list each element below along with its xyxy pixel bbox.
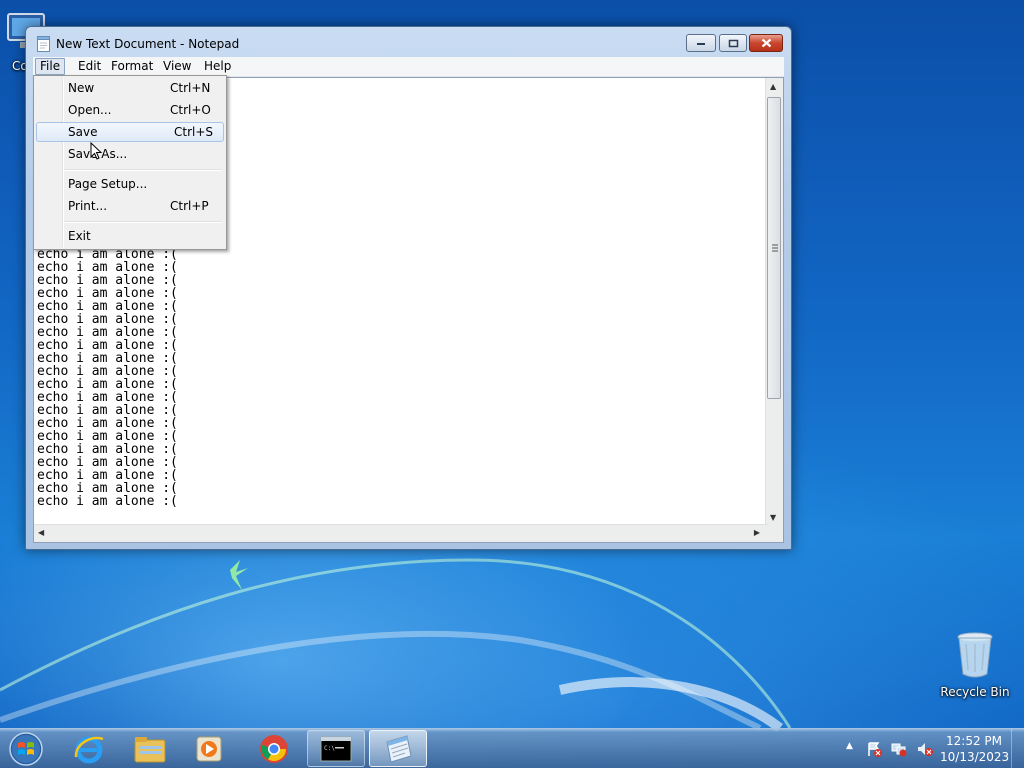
file-menu-open-shortcut: Ctrl+O bbox=[170, 103, 211, 117]
scroll-right-arrow-icon[interactable]: ▶ bbox=[754, 528, 760, 538]
recycle-bin-label: Recycle Bin bbox=[940, 685, 1010, 699]
grip-icon bbox=[772, 244, 778, 252]
file-menu-save-as[interactable]: Save As... bbox=[36, 144, 224, 164]
vertical-scroll-thumb[interactable] bbox=[767, 97, 781, 399]
clock[interactable]: 12:52 PM 10/13/2023 bbox=[940, 733, 1010, 765]
windows-start-icon bbox=[9, 732, 43, 766]
minimize-icon bbox=[697, 43, 705, 45]
taskbar-internet-explorer[interactable] bbox=[60, 730, 118, 767]
taskbar-chrome[interactable] bbox=[245, 730, 303, 767]
horizontal-scrollbar[interactable]: ◀ ▶ bbox=[34, 524, 768, 542]
file-menu-save[interactable]: Save Ctrl+S bbox=[36, 122, 224, 142]
menu-separator bbox=[64, 169, 222, 171]
menu-help[interactable]: Help bbox=[200, 58, 235, 75]
mouse-cursor-icon bbox=[90, 142, 103, 160]
menu-format[interactable]: Format bbox=[107, 58, 157, 75]
file-menu-print[interactable]: Print... Ctrl+P bbox=[36, 196, 224, 216]
internet-explorer-icon bbox=[74, 736, 104, 763]
file-menu-page-setup[interactable]: Page Setup... bbox=[36, 174, 224, 194]
file-menu-open-label: Open... bbox=[68, 103, 112, 117]
taskbar-notepad[interactable] bbox=[369, 730, 427, 767]
scroll-left-arrow-icon[interactable]: ◀ bbox=[38, 528, 44, 538]
file-menu-new[interactable]: New Ctrl+N bbox=[36, 78, 224, 98]
title-bar[interactable]: New Text Document - Notepad bbox=[26, 27, 791, 59]
start-button[interactable] bbox=[6, 731, 46, 767]
desktop: Co Recycle Bin New Text Document - Notep… bbox=[0, 0, 1024, 768]
file-menu-save-shortcut: Ctrl+S bbox=[174, 125, 214, 139]
window-title: New Text Document - Notepad bbox=[56, 37, 240, 51]
file-menu-exit[interactable]: Exit bbox=[36, 226, 224, 246]
show-desktop-button[interactable] bbox=[1011, 729, 1024, 768]
taskbar: C:\ ▲ 12:52 PM 10/13/2023 bbox=[0, 728, 1024, 768]
menu-file[interactable]: File bbox=[35, 58, 66, 75]
show-hidden-icons-icon[interactable]: ▲ bbox=[846, 741, 853, 751]
network-icon[interactable] bbox=[891, 741, 907, 757]
minimize-button[interactable] bbox=[686, 34, 716, 52]
document-text[interactable]: echo i am alone :( echo i am alone :( ec… bbox=[37, 248, 178, 508]
restore-icon bbox=[728, 39, 738, 47]
restore-button[interactable] bbox=[719, 34, 747, 52]
chrome-icon bbox=[260, 734, 288, 763]
file-menu-save-label: Save bbox=[68, 125, 98, 139]
close-button[interactable] bbox=[749, 34, 783, 52]
file-menu-new-label: New bbox=[68, 81, 95, 95]
file-menu-dropdown: New Ctrl+N Open... Ctrl+O Save Ctrl+S Sa… bbox=[33, 75, 227, 250]
taskbar-media-player[interactable] bbox=[181, 730, 239, 767]
menu-separator bbox=[64, 221, 222, 223]
vertical-scrollbar[interactable]: ▲ ▼ bbox=[765, 78, 783, 526]
action-center-flag-icon[interactable] bbox=[866, 741, 882, 757]
volume-muted-icon[interactable] bbox=[916, 741, 934, 757]
recycle-bin-desktop-icon[interactable]: Recycle Bin bbox=[935, 630, 1015, 699]
close-icon bbox=[761, 38, 771, 48]
scroll-up-arrow-icon[interactable]: ▲ bbox=[770, 82, 776, 92]
file-menu-new-shortcut: Ctrl+N bbox=[170, 81, 211, 95]
scrollbar-corner bbox=[766, 525, 783, 542]
menu-view[interactable]: View bbox=[159, 58, 195, 75]
taskbar-command-prompt[interactable]: C:\ bbox=[307, 730, 365, 767]
file-explorer-icon bbox=[134, 736, 166, 762]
file-menu-print-label: Print... bbox=[68, 199, 108, 213]
file-menu-open[interactable]: Open... Ctrl+O bbox=[36, 100, 224, 120]
clock-date: 10/13/2023 bbox=[940, 750, 1010, 764]
clock-time: 12:52 PM bbox=[946, 734, 1002, 748]
recycle-bin-icon bbox=[957, 632, 993, 678]
media-player-icon bbox=[196, 736, 222, 761]
file-menu-page-setup-label: Page Setup... bbox=[68, 177, 148, 191]
file-menu-print-shortcut: Ctrl+P bbox=[170, 199, 209, 213]
command-prompt-icon: C:\ bbox=[320, 736, 352, 761]
scroll-down-arrow-icon[interactable]: ▼ bbox=[770, 513, 776, 523]
notepad-icon bbox=[37, 36, 50, 52]
menu-edit[interactable]: Edit bbox=[74, 58, 105, 75]
file-menu-exit-label: Exit bbox=[68, 229, 91, 243]
notepad-icon bbox=[386, 734, 412, 763]
taskbar-file-explorer[interactable] bbox=[121, 730, 179, 767]
svg-text:C:\: C:\ bbox=[324, 745, 335, 752]
menu-bar: File Edit Format View Help bbox=[33, 57, 784, 77]
